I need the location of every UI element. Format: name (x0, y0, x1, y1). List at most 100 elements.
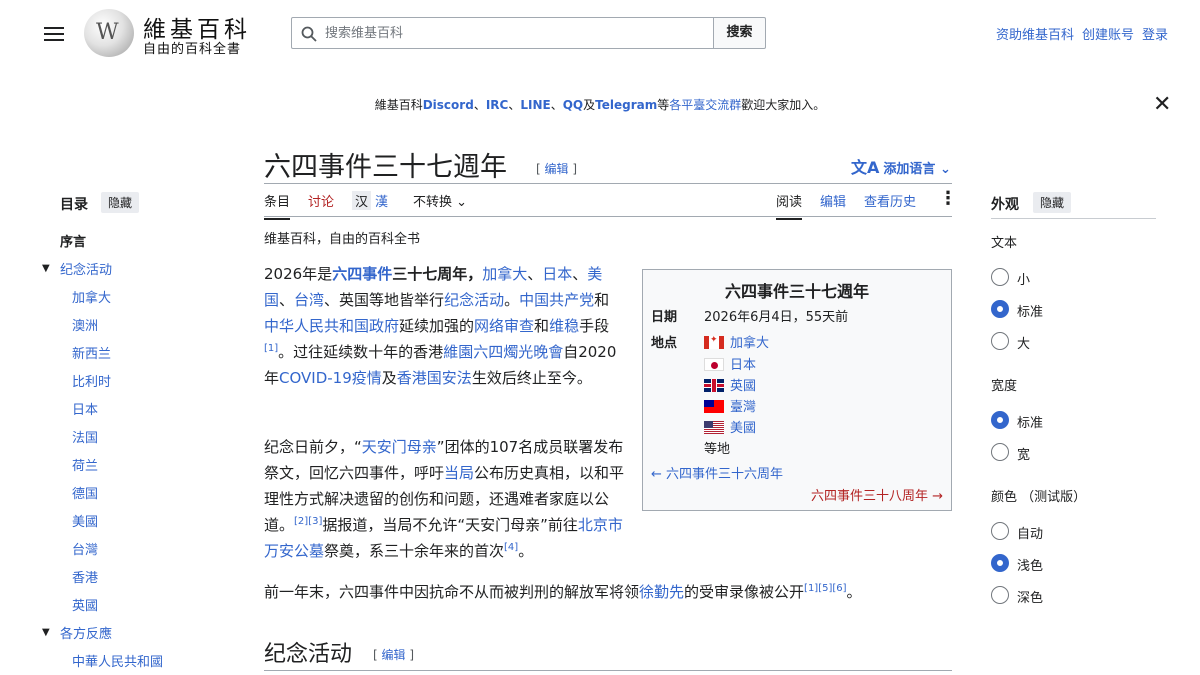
inline-link[interactable]: 纪念活动 (444, 291, 504, 309)
inline-link[interactable]: 維園六四燭光晚會 (443, 343, 563, 361)
add-language-button[interactable]: 文A 添加语言 ⌄ (851, 154, 951, 178)
create-account-link[interactable]: 创建账号 (1082, 28, 1134, 43)
width-wide-label[interactable]: 宽 (1017, 444, 1030, 463)
toc-heading: 目录 (60, 197, 88, 213)
color-dark-label[interactable]: 深色 (1017, 587, 1043, 606)
chevron-down-icon: ⌄ (939, 162, 951, 177)
text-size-small-label[interactable]: 小 (1017, 269, 1030, 288)
inline-link[interactable]: 中国共产党 (519, 291, 594, 309)
infobox-place-taiwan: 臺灣 (704, 396, 756, 415)
inline-link[interactable]: 台湾 (294, 291, 324, 309)
wikipedia-globe-logo[interactable] (84, 9, 134, 57)
inline-link[interactable]: 徐勤先 (639, 583, 684, 601)
toc-hide-button[interactable]: 隐藏 (101, 192, 140, 213)
previous-anniversary-link[interactable]: ← 六四事件三十六周年 (651, 463, 783, 482)
color-light-radio[interactable] (991, 554, 1009, 572)
toc-item[interactable]: 台灣 (72, 539, 98, 558)
toc-item-section2[interactable]: 各方反應 (60, 623, 112, 642)
toc-item[interactable]: 新西兰 (72, 343, 111, 362)
toc-item-section1[interactable]: 纪念活动 (60, 259, 112, 278)
toc-item[interactable]: 美國 (72, 511, 98, 530)
color-light-label[interactable]: 浅色 (1017, 555, 1043, 574)
login-link[interactable]: 登录 (1142, 28, 1168, 43)
telegram-link[interactable]: Telegram (595, 98, 657, 112)
appearance-divider (991, 218, 1156, 219)
intro-paragraph-3: 前一年末，六四事件中因抗命不从而被判刑的解放军将领徐勤先的受审录像被公开[1][… (264, 583, 862, 601)
tab-history[interactable]: 查看历史 (864, 191, 916, 210)
reference-link[interactable]: [1][5][6] (804, 583, 847, 594)
inline-link[interactable]: 天安门母亲 (362, 438, 437, 456)
section-divider (264, 670, 952, 671)
text-size-standard-radio[interactable] (991, 300, 1009, 318)
toc-item[interactable]: 香港 (72, 567, 98, 586)
text-size-large-label[interactable]: 大 (1017, 333, 1030, 352)
toc-item[interactable]: 日本 (72, 399, 98, 418)
main-menu-button[interactable] (44, 24, 64, 42)
toc-item[interactable]: 英國 (72, 595, 98, 614)
inline-link[interactable]: 维稳 (549, 317, 579, 335)
text-size-large-radio[interactable] (991, 332, 1009, 350)
color-auto-label[interactable]: 自动 (1017, 523, 1043, 542)
infobox: 六四事件三十七週年 日期 2026年6月4日，55天前 地点 加拿大 日本 英國… (642, 269, 952, 511)
chat-groups-link[interactable]: 各平臺交流群 (669, 98, 741, 112)
infobox-place-uk: 英國 (704, 375, 756, 394)
text-size-standard-label[interactable]: 标准 (1017, 301, 1043, 320)
donate-link[interactable]: 资助维基百科 (996, 28, 1074, 43)
reference-link[interactable]: [3] (308, 516, 322, 527)
next-anniversary-link[interactable]: 六四事件三十八周年 → (811, 485, 943, 504)
variant-simplified[interactable]: 汉 (352, 191, 372, 210)
line-link[interactable]: LINE (520, 98, 550, 112)
inline-link[interactable]: 中华人民共和国政府 (264, 317, 399, 335)
tab-read[interactable]: 阅读 (776, 191, 803, 220)
more-actions-icon[interactable]: ⋮ (939, 190, 957, 208)
width-standard-label[interactable]: 标准 (1017, 412, 1043, 431)
intro-paragraph-2: 纪念日前夕，“天安门母亲”团体的107名成员联署发布祭文，回忆六四事件，呼吁当局… (264, 438, 625, 560)
toc-item[interactable]: 法国 (72, 427, 98, 446)
infobox-place-us: 美國 (704, 417, 756, 436)
inline-link[interactable]: COVID-19疫情 (279, 369, 382, 387)
tab-edit[interactable]: 编辑 (820, 191, 846, 210)
inline-link[interactable]: 加拿大 (482, 265, 527, 283)
search-field[interactable] (291, 17, 714, 49)
variant-traditional[interactable]: 漢 (375, 191, 388, 210)
toc-item[interactable]: 德国 (72, 483, 98, 502)
chevron-down-icon: ⌄ (456, 195, 468, 210)
infobox-title: 六四事件三十七週年 (724, 282, 869, 301)
width-wide-radio[interactable] (991, 443, 1009, 461)
section-edit-link: [ 编辑 ] (373, 648, 415, 662)
text-size-small-radio[interactable] (991, 268, 1009, 286)
qq-link[interactable]: QQ (563, 98, 583, 112)
infobox-place-etc: 等地 (704, 442, 731, 457)
toc-item[interactable]: 荷兰 (72, 455, 98, 474)
variant-dropdown[interactable]: 不转换 ⌄ (413, 191, 467, 210)
inline-link[interactable]: 日本 (542, 265, 572, 283)
color-auto-radio[interactable] (991, 522, 1009, 540)
inline-link[interactable]: 当局 (444, 464, 474, 482)
appearance-hide-button[interactable]: 隐藏 (1033, 192, 1072, 213)
chevron-down-icon[interactable]: ▼ (42, 627, 50, 638)
reference-link[interactable]: [2] (294, 516, 308, 527)
irc-link[interactable]: IRC (486, 98, 509, 112)
search-button[interactable]: 搜索 (713, 17, 766, 49)
reference-link[interactable]: [4] (504, 542, 518, 553)
toc-item[interactable]: 澳洲 (72, 315, 98, 334)
toc-item-intro[interactable]: 序言 (60, 231, 86, 250)
toc-item[interactable]: 加拿大 (72, 287, 111, 306)
discord-link[interactable]: Discord (423, 98, 474, 112)
tab-talk[interactable]: 讨论 (308, 191, 334, 210)
inline-link[interactable]: 网络审查 (474, 317, 534, 335)
toc-item[interactable]: 中華人民共和國 (72, 651, 163, 670)
width-standard-radio[interactable] (991, 411, 1009, 429)
close-icon[interactable]: ✕ (1153, 94, 1171, 116)
color-dark-radio[interactable] (991, 586, 1009, 604)
reference-link[interactable]: [1] (264, 343, 278, 354)
tab-article[interactable]: 条目 (264, 191, 291, 220)
search-input[interactable] (325, 22, 705, 44)
chevron-down-icon[interactable]: ▼ (42, 263, 50, 274)
translate-icon: 文A (851, 158, 880, 177)
japan-flag-icon (704, 358, 724, 371)
inline-link[interactable]: 香港国安法 (397, 369, 472, 387)
toc-item[interactable]: 比利时 (72, 371, 111, 390)
inline-link[interactable]: 六四事件 (332, 265, 392, 283)
user-links: 资助维基百科 创建账号 登录 (988, 24, 1168, 43)
